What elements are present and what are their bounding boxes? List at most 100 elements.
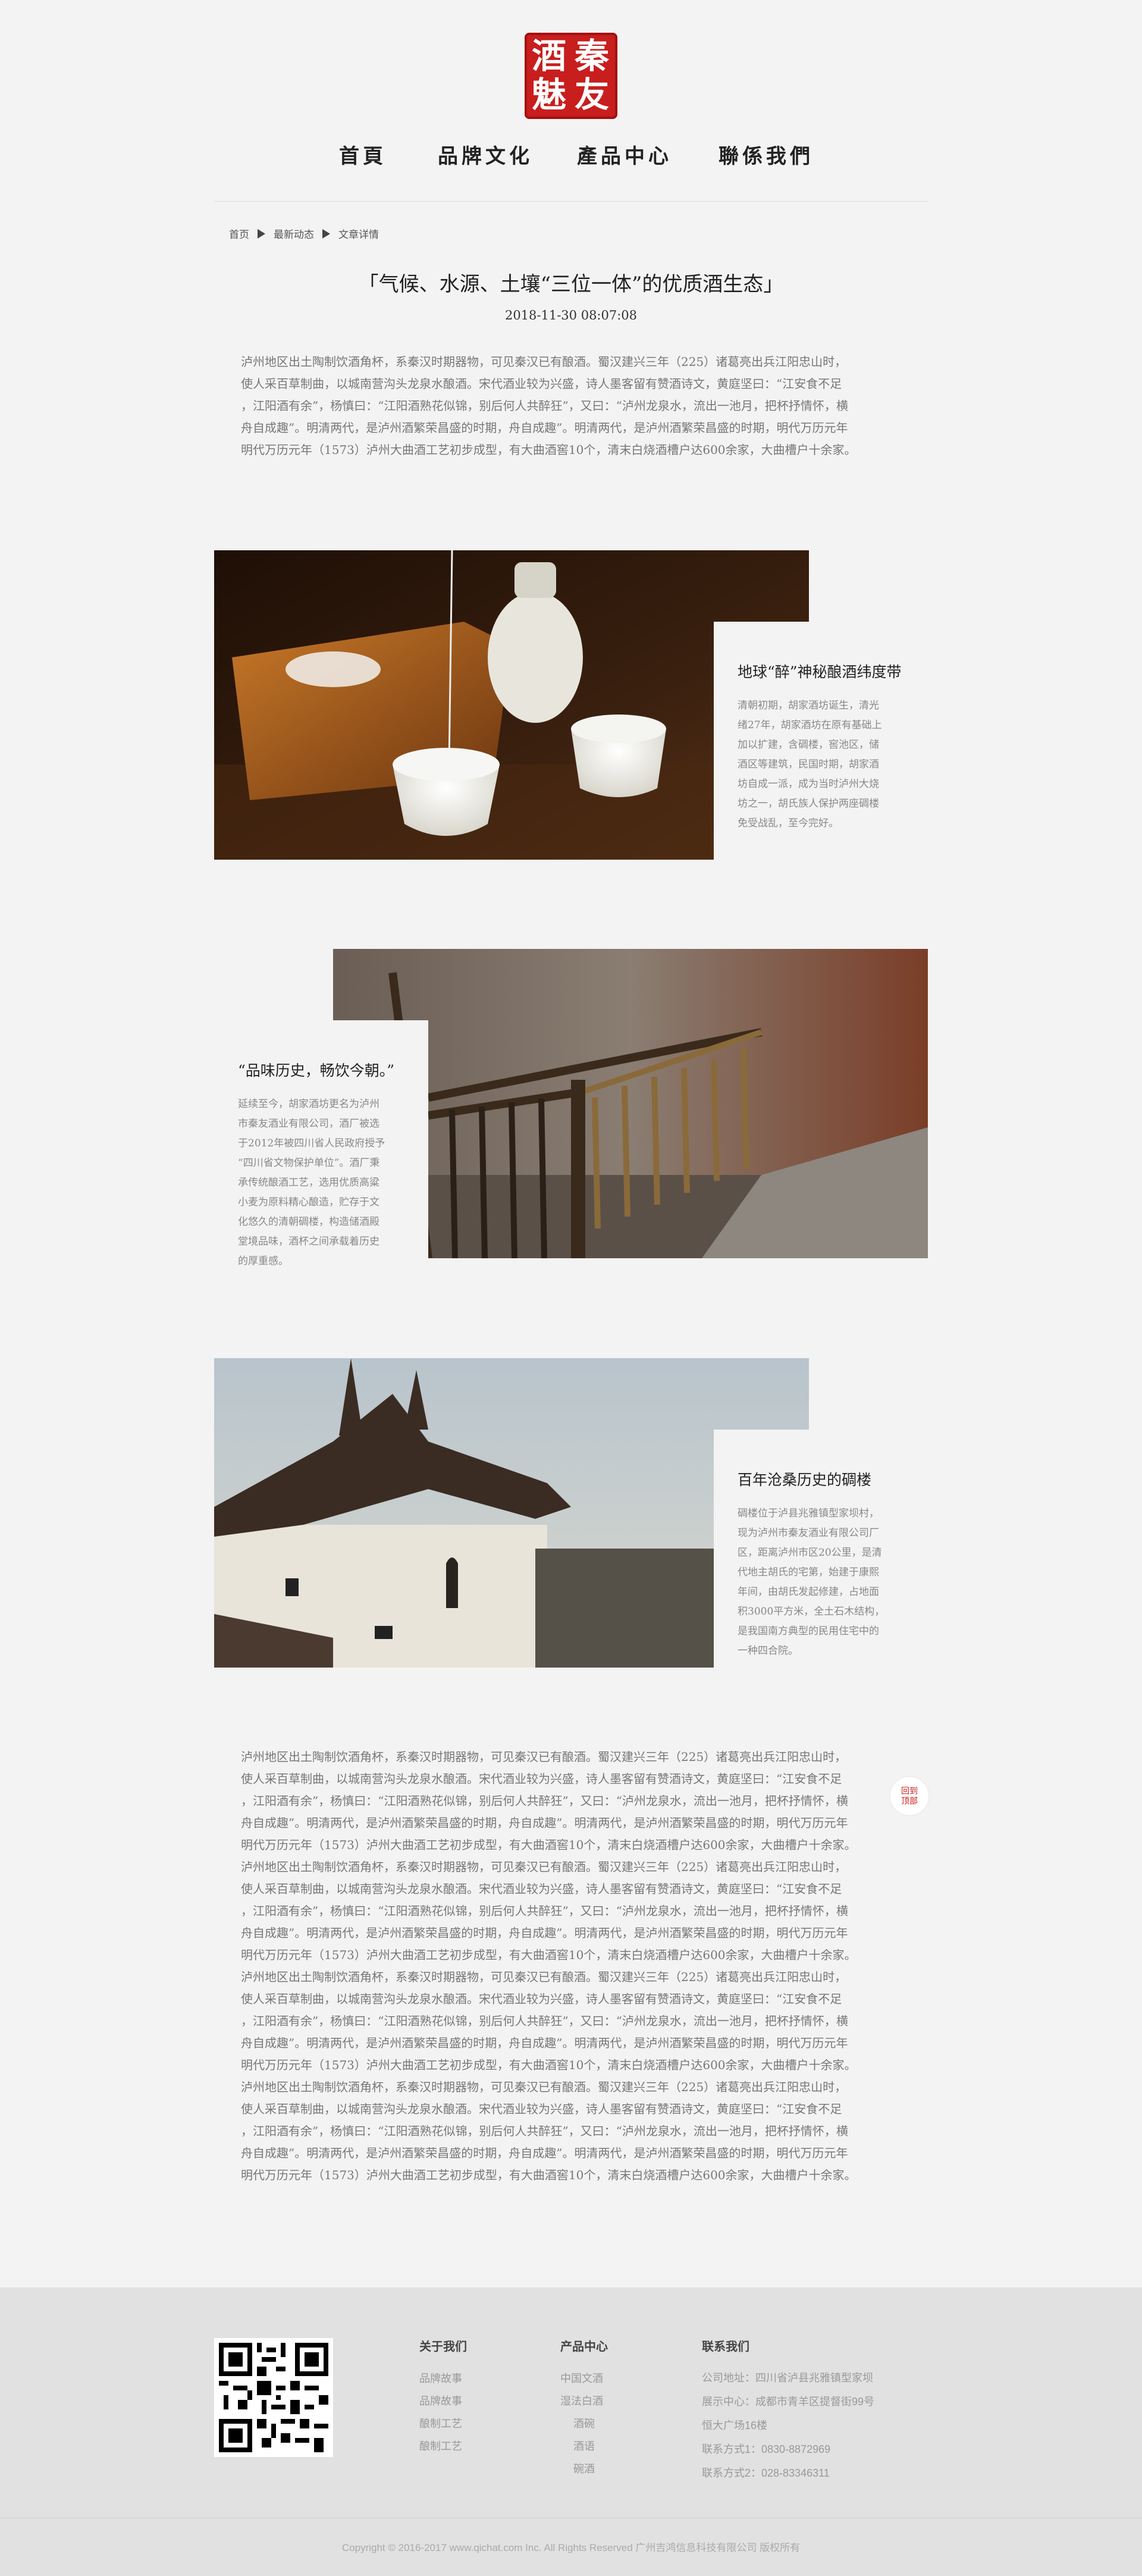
footer-products-column: 产品中心 中国文酒 湿法白酒 酒碗 酒语 碗酒 <box>560 2337 608 2480</box>
article-body: 泸州地区出土陶制饮酒角杯，系秦汉时期器物，可见秦汉已有酿酒。蜀汉建兴三年（225… <box>241 1746 904 2186</box>
body-line: 明代万历元年（1573）泸州大曲酒工艺初步成型，有大曲酒窖10个，清末白烧酒槽户… <box>241 2058 857 2072</box>
triangle-right-icon <box>258 228 265 239</box>
section-text-line: 坊自成一派，成为当时泸州大烧 <box>738 778 879 790</box>
section-title: 地球“醉”神秘酿酒纬度带 <box>738 663 902 681</box>
section-text-line: 酒区等建筑，民国时期，胡家酒 <box>738 759 879 770</box>
logo-char: 友 <box>575 74 610 115</box>
breadcrumb-home[interactable]: 首页 <box>229 226 249 241</box>
back-to-top-button[interactable]: 回到 顶部 <box>889 1776 930 1816</box>
body-line: 使人采百草制曲，以城南营沟头龙泉水酿酒。宋代酒业较为兴盛，诗人墨客留有赞酒诗文，… <box>241 1772 842 1786</box>
logo-char: 酒 <box>532 36 567 76</box>
section-text-line: 代地主胡氏的宅第，始建于康熙 <box>738 1566 879 1578</box>
footer-link[interactable]: 酿制工艺 <box>419 2435 467 2458</box>
section-text-line: 化悠久的清朝碉楼，构造储酒殿 <box>238 1216 379 1228</box>
footer-link[interactable]: 酿制工艺 <box>419 2412 467 2435</box>
body-line: 泸州地区出土陶制饮酒角杯，系秦汉时期器物，可见秦汉已有酿酒。蜀汉建兴三年（225… <box>241 2080 847 2094</box>
body-line: 使人采百草制曲，以城南营沟头龙泉水酿酒。宋代酒业较为兴盛，诗人墨客留有赞酒诗文，… <box>241 1992 842 2006</box>
section-text-line: 小麦为原料精心酿造，贮存于文 <box>238 1196 379 1208</box>
section-text-line: “四川省文物保护单位”。酒厂秉 <box>238 1157 380 1169</box>
intro-line: 舟自成趣”。明清两代，是泸州酒繁荣昌盛的时期，舟自成趣”。明清两代，是泸州酒繁荣… <box>241 421 848 435</box>
footer-link[interactable]: 品牌故事 <box>419 2367 467 2390</box>
section-title: “品味历史，畅饮今朝。” <box>238 1062 395 1079</box>
body-line: ，江阳酒有余”，杨慎曰：“江阳酒熟花似锦，别后何人共醉狂”，又曰：“泸州龙泉水，… <box>241 1794 848 1808</box>
section-text: 清朝初期，胡家酒坊诞生，清光 绪27年，胡家酒坊在原有基础上 加以扩建，含碉楼，… <box>738 696 904 833</box>
body-line: 使人采百草制曲，以城南营沟头龙泉水酿酒。宋代酒业较为兴盛，诗人墨客留有赞酒诗文，… <box>241 2102 842 2116</box>
footer-products-title: 产品中心 <box>560 2340 608 2354</box>
footer-link[interactable]: 碗酒 <box>560 2458 608 2480</box>
breadcrumb-current: 文章详情 <box>338 229 379 240</box>
section-text-line: 市秦友酒业有限公司，酒厂被选 <box>238 1118 379 1130</box>
qr-code <box>214 2338 333 2457</box>
contact-line: 公司地址：四川省泸县兆雅镇型家坝 <box>702 2372 873 2384</box>
contact-line: 展示中心：成都市青羊区提督街99号 <box>702 2396 875 2408</box>
body-line: 泸州地区出土陶制饮酒角杯，系秦汉时期器物，可见秦汉已有酿酒。蜀汉建兴三年（225… <box>241 1970 847 1984</box>
article-date: 2018-11-30 08:07:08 <box>504 308 638 322</box>
header-divider <box>214 201 928 202</box>
section-text-line: 是我国南方典型的民用住宅中的 <box>738 1625 879 1637</box>
footer-about-title: 关于我们 <box>419 2340 467 2354</box>
contact-line: 恒大广场16楼 <box>702 2420 768 2431</box>
logo-char: 魅 <box>532 74 567 115</box>
section-text-line: 积3000平方米，全土石木结构， <box>738 1606 885 1618</box>
body-line: ，江阳酒有余”，杨慎曰：“江阳酒熟花似锦，别后何人共醉狂”，又曰：“泸州龙泉水，… <box>241 2014 848 2028</box>
nav-home[interactable]: 首頁 <box>339 140 387 169</box>
section-text-line: 清朝初期，胡家酒坊诞生，清光 <box>738 700 879 712</box>
nav-brand-culture[interactable]: 品牌文化 <box>438 140 533 169</box>
body-line: 泸州地区出土陶制饮酒角杯，系秦汉时期器物，可见秦汉已有酿酒。蜀汉建兴三年（225… <box>241 1860 847 1874</box>
section-text-line: 免受战乱，至今完好。 <box>738 817 839 829</box>
article-title: 「气候、水源、土壤“三位一体”的优质酒生态」 <box>358 272 784 296</box>
article-intro: 泸州地区出土陶制饮酒角杯，系秦汉时期器物，可见秦汉已有酿酒。蜀汉建兴三年（225… <box>241 351 904 461</box>
section-text-line: 绪27年，胡家酒坊在原有基础上 <box>738 719 882 731</box>
section-text-line: 承传统酿酒工艺，选用优质高粱 <box>238 1177 379 1189</box>
intro-line: 使人采百草制曲，以城南营沟头龙泉水酿酒。宋代酒业较为兴盛，诗人墨客留有赞酒诗文，… <box>241 377 842 391</box>
section-title: 百年沧桑历史的碉楼 <box>738 1471 872 1488</box>
section-text-line: 堂境品味，酒杯之间承载着历史 <box>238 1236 379 1248</box>
intro-line: ，江阳酒有余”，杨慎曰：“江阳酒熟花似锦，别后何人共醉狂”，又曰：“泸州龙泉水，… <box>241 399 848 413</box>
footer-link[interactable]: 酒碗 <box>560 2412 608 2435</box>
footer-link[interactable]: 酒语 <box>560 2435 608 2458</box>
section-text-line: 区，距离泸州市区20公里，是清 <box>738 1547 882 1559</box>
back-to-top-label: 顶部 <box>901 1796 918 1806</box>
breadcrumb-news[interactable]: 最新动态 <box>274 226 314 241</box>
body-line: 使人采百草制曲，以城南营沟头龙泉水酿酒。宋代酒业较为兴盛，诗人墨客留有赞酒诗文，… <box>241 1882 842 1896</box>
footer-contact-column: 联系我们 公司地址：四川省泸县兆雅镇型家坝 展示中心：成都市青羊区提督街99号 … <box>702 2337 874 2485</box>
footer-link[interactable]: 中国文酒 <box>560 2367 608 2390</box>
body-line: 舟自成趣”。明清两代，是泸州酒繁荣昌盛的时期，舟自成趣”。明清两代，是泸州酒繁荣… <box>241 1816 848 1830</box>
section-text-line: 加以扩建，含碉楼，窖池区，储 <box>738 739 879 751</box>
section-text-line: 现为泸州市秦友酒业有限公司厂 <box>738 1527 879 1539</box>
triangle-right-icon <box>322 228 330 239</box>
body-line: ，江阳酒有余”，杨慎曰：“江阳酒熟花似锦，别后何人共醉狂”，又曰：“泸州龙泉水，… <box>241 2124 848 2138</box>
body-line: 泸州地区出土陶制饮酒角杯，系秦汉时期器物，可见秦汉已有酿酒。蜀汉建兴三年（225… <box>241 1750 847 1764</box>
intro-line: 泸州地区出土陶制饮酒角杯，系秦汉时期器物，可见秦汉已有酿酒。蜀汉建兴三年（225… <box>241 355 847 369</box>
intro-line: 明代万历元年（1573）泸州大曲酒工艺初步成型，有大曲酒窖10个，清末白烧酒槽户… <box>241 443 857 457</box>
nav-products[interactable]: 產品中心 <box>577 140 672 169</box>
back-to-top-label: 回到 <box>901 1786 918 1795</box>
body-line: 舟自成趣”。明清两代，是泸州酒繁荣昌盛的时期，舟自成趣”。明清两代，是泸州酒繁荣… <box>241 2146 848 2160</box>
body-line: 舟自成趣”。明清两代，是泸州酒繁荣昌盛的时期，舟自成趣”。明清两代，是泸州酒繁荣… <box>241 1926 848 1940</box>
section-card: 地球“醉”神秘酿酒纬度带 清朝初期，胡家酒坊诞生，清光 绪27年，胡家酒坊在原有… <box>714 622 928 860</box>
nav-contact[interactable]: 聯係我們 <box>719 140 814 169</box>
section-card: “品味历史，畅饮今朝。” 延续至今，胡家酒坊更名为泸州 市秦友酒业有限公司，酒厂… <box>214 1020 428 1270</box>
body-line: 明代万历元年（1573）泸州大曲酒工艺初步成型，有大曲酒窖10个，清末白烧酒槽户… <box>241 1948 857 1962</box>
footer-link[interactable]: 湿法白酒 <box>560 2390 608 2412</box>
body-line: 明代万历元年（1573）泸州大曲酒工艺初步成型，有大曲酒窖10个，清末白烧酒槽户… <box>241 1838 857 1852</box>
section-text: 延续至今，胡家酒坊更名为泸州 市秦友酒业有限公司，酒厂被选 于2012年被四川省… <box>238 1095 404 1271</box>
footer-link[interactable]: 品牌故事 <box>419 2390 467 2412</box>
footer-contact-title: 联系我们 <box>702 2340 749 2354</box>
section-text-line: 于2012年被四川省人民政府授予 <box>238 1137 385 1149</box>
breadcrumb: 首页 最新动态 文章详情 <box>229 226 379 241</box>
section-text-line: 年间，由胡氏发起修建，占地面 <box>738 1586 879 1598</box>
footer-about-column: 关于我们 品牌故事 品牌故事 酿制工艺 酿制工艺 <box>419 2337 467 2458</box>
contact-line: 联系方式1：0830-8872969 <box>702 2443 831 2455</box>
section-text-line: 坊之一，胡氏族人保护两座碉楼 <box>738 798 879 810</box>
section-text-line: 一种四合院。 <box>738 1645 798 1657</box>
brand-seal-logo[interactable]: 秦 友 酒 魅 <box>525 33 617 119</box>
section-text-line: 的厚重感。 <box>238 1255 288 1267</box>
section-card: 百年沧桑历史的碉楼 碉楼位于泸县兆雅镇型家坝村， 现为泸州市秦友酒业有限公司厂 … <box>714 1430 928 1679</box>
section-text-line: 延续至今，胡家酒坊更名为泸州 <box>238 1098 379 1110</box>
contact-line: 联系方式2：028-83346311 <box>702 2467 830 2479</box>
copyright: Copyright © 2016-2017 www.qichat.com Inc… <box>341 2542 801 2553</box>
body-line: ，江阳酒有余”，杨慎曰：“江阳酒熟花似锦，别后何人共醉狂”，又曰：“泸州龙泉水，… <box>241 1904 848 1918</box>
section-text: 碉楼位于泸县兆雅镇型家坝村， 现为泸州市秦友酒业有限公司厂 区，距离泸州市区20… <box>738 1504 904 1661</box>
logo-char: 秦 <box>575 36 610 76</box>
